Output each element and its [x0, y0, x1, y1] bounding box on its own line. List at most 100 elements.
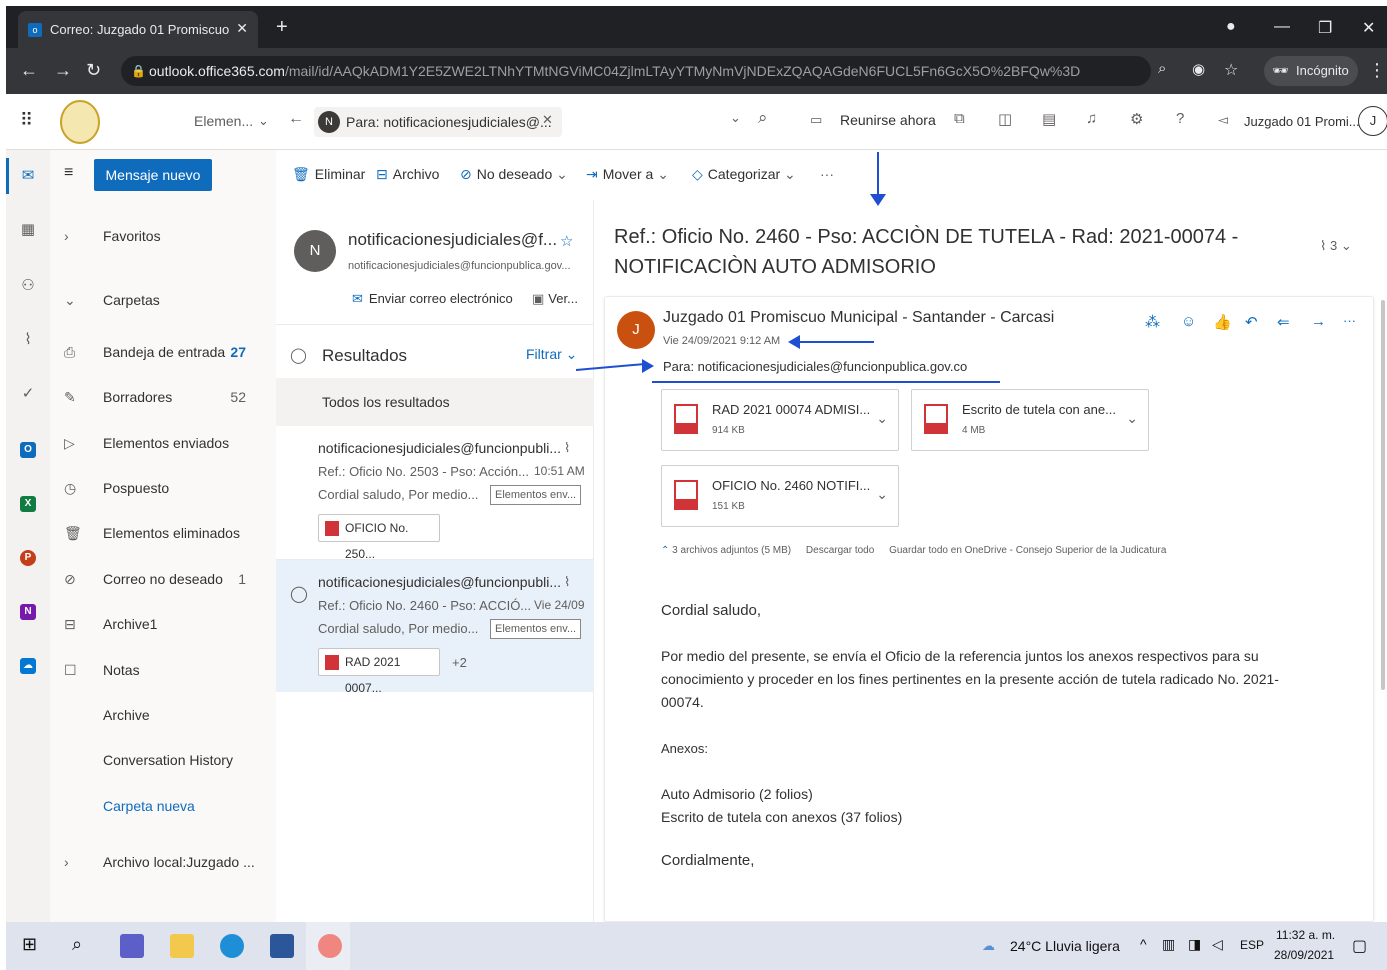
emoji-icon[interactable]: ☺: [1181, 313, 1196, 330]
new-tab-button[interactable]: +: [276, 16, 288, 39]
forward-icon[interactable]: →: [1311, 313, 1326, 330]
windows-start-icon[interactable]: ⊞: [22, 934, 37, 955]
mail-icon[interactable]: ✉: [18, 166, 38, 186]
folder-group-folders[interactable]: ⌄ Carpetas: [50, 286, 276, 316]
onedrive-app-icon[interactable]: ☁: [20, 658, 36, 674]
move-to-button[interactable]: ⇥ Mover a ⌄: [586, 166, 669, 183]
folder-deleted[interactable]: 🗑 Elementos eliminados: [50, 519, 276, 549]
view-more-link[interactable]: ▣ Ver...: [532, 291, 578, 307]
word-app-icon[interactable]: [270, 934, 294, 958]
minimize-icon[interactable]: —: [1274, 18, 1290, 36]
folder-junk[interactable]: ⊘ Correo no deseado 1: [50, 565, 276, 595]
sender-name[interactable]: Juzgado 01 Promiscuo Municipal - Santand…: [663, 309, 1054, 327]
office-icon[interactable]: ◫: [998, 110, 1012, 128]
attach-icon[interactable]: ⌇: [18, 330, 38, 350]
outlook-app-icon[interactable]: O: [20, 442, 36, 458]
folder-archive[interactable]: Archive: [50, 701, 276, 731]
list-item-selected[interactable]: ◯ notificacionesjudiciales@funcionpubli.…: [276, 560, 594, 695]
folder-conversation-history[interactable]: Conversation History: [50, 746, 276, 776]
tab-close-icon[interactable]: ✕: [236, 20, 248, 37]
collapse-chevron-icon[interactable]: ⌃: [661, 545, 669, 556]
chevron-down-icon[interactable]: ⌄: [876, 486, 888, 503]
close-window-icon[interactable]: ✕: [1362, 18, 1375, 38]
folder-favorites[interactable]: › Favoritos: [50, 222, 276, 252]
chevron-down-icon[interactable]: ⌄: [876, 410, 888, 427]
teams-app-icon[interactable]: [120, 934, 144, 958]
reading-scrollbar[interactable]: [1381, 300, 1385, 690]
download-all-link[interactable]: Descargar todo: [806, 545, 874, 556]
settings-gear-icon[interactable]: ⚙: [1130, 110, 1143, 128]
contact-name[interactable]: notificacionesjudiciales@f...: [348, 230, 557, 250]
account-name[interactable]: Juzgado 01 Promi...: [1244, 114, 1360, 129]
meet-now-button[interactable]: Reunirse ahora: [840, 112, 936, 128]
junk-button[interactable]: ⊘ No deseado ⌄: [460, 166, 568, 183]
delete-button[interactable]: 🗑 Eliminar: [292, 166, 365, 183]
calendar-icon[interactable]: ▦: [18, 220, 38, 240]
powerpoint-app-icon[interactable]: P: [20, 550, 36, 566]
folder-archive1[interactable]: ⊟ Archive1: [50, 610, 276, 640]
more-attachments-count[interactable]: +2: [452, 655, 467, 670]
apps-icon[interactable]: ⁂: [1145, 313, 1160, 331]
weather-text[interactable]: 24°C Lluvia ligera: [1010, 938, 1120, 954]
edge-browser-icon[interactable]: [220, 934, 244, 958]
people-icon[interactable]: ⚇: [18, 276, 38, 296]
folder-inbox[interactable]: ⎙ Bandeja de entrada 27: [50, 338, 276, 368]
reload-icon[interactable]: ↻: [86, 60, 101, 81]
filter-button[interactable]: Filtrar ⌄: [526, 346, 577, 363]
search-options-chevron-icon[interactable]: ⌄: [730, 110, 741, 126]
taskview-icon[interactable]: ◨: [1188, 936, 1201, 953]
back-icon[interactable]: ←: [20, 60, 38, 81]
folder-notes[interactable]: ☐ Notas: [50, 656, 276, 686]
send-email-link[interactable]: ✉ Enviar correo electrónico: [352, 291, 513, 307]
folder-drafts[interactable]: ✎ Borradores 52: [50, 383, 276, 413]
attachment-card[interactable]: OFICIO No. 2460 NOTIFI... 151 KB ⌄: [661, 465, 899, 527]
recipient-line[interactable]: Para: notificacionesjudiciales@funcionpu…: [663, 359, 967, 374]
chevron-down-icon[interactable]: ⌄: [1126, 410, 1138, 427]
save-onedrive-link[interactable]: Guardar todo en OneDrive - Consejo Super…: [889, 545, 1166, 556]
app-launcher-icon[interactable]: ⠿: [20, 110, 33, 131]
taskbar-search-icon[interactable]: ⌕: [72, 934, 82, 955]
notification-center-icon[interactable]: ▢: [1352, 936, 1367, 956]
chip-remove-icon[interactable]: ✕: [542, 112, 553, 128]
folder-sent[interactable]: ▷ Elementos enviados: [50, 429, 276, 459]
search-icon[interactable]: ⌕: [758, 108, 768, 128]
search-scope-dropdown[interactable]: Elemen...: [194, 113, 253, 129]
file-explorer-icon[interactable]: [170, 934, 194, 958]
my-day-icon[interactable]: ▤: [1042, 110, 1056, 128]
select-radio-icon[interactable]: ◯: [290, 584, 308, 604]
like-icon[interactable]: 👍: [1213, 313, 1232, 331]
reply-all-icon[interactable]: ⇐: [1277, 313, 1290, 331]
onenote-app-icon[interactable]: N: [20, 604, 36, 620]
network-icon[interactable]: ▥: [1162, 936, 1175, 953]
bookmark-star-icon[interactable]: ☆: [1224, 60, 1238, 80]
attachment-card[interactable]: RAD 2021 00074 ADMISI... 914 KB ⌄: [661, 389, 899, 451]
archive-button[interactable]: ⊟ Archivo: [376, 166, 439, 183]
volume-icon[interactable]: ◁: [1212, 936, 1223, 953]
url-field[interactable]: 🔒 outlook.office365.com/mail/id/AAQkADM1…: [121, 56, 1151, 86]
zoom-search-icon[interactable]: ⌕: [1158, 60, 1166, 77]
attachment-card[interactable]: Escrito de tutela con ane... 4 MB ⌄: [911, 389, 1149, 451]
attachment-chip[interactable]: RAD 2021 0007...: [318, 648, 440, 695]
reply-icon[interactable]: ↶: [1245, 313, 1258, 331]
more-actions-button[interactable]: ···: [820, 166, 834, 182]
teams-icon[interactable]: ⧉: [954, 110, 965, 127]
search-back-icon[interactable]: ←: [288, 110, 304, 128]
excel-app-icon[interactable]: X: [20, 496, 36, 512]
incognito-badge[interactable]: 🕶 Incógnito: [1264, 56, 1358, 86]
profile-icon[interactable]: ●: [1226, 18, 1236, 36]
forward-icon[interactable]: →: [54, 60, 72, 81]
list-item[interactable]: notificacionesjudiciales@funcionpubli...…: [276, 426, 594, 561]
more-options-icon[interactable]: ···: [1343, 313, 1356, 328]
language-indicator[interactable]: ESP: [1240, 938, 1264, 952]
help-icon[interactable]: ?: [1176, 110, 1184, 127]
todo-check-icon[interactable]: ✓: [18, 384, 38, 404]
account-avatar[interactable]: J: [1358, 106, 1387, 136]
categorize-button[interactable]: ◇ Categorizar ⌄: [692, 166, 796, 183]
folder-local-archive[interactable]: › Archivo local:Juzgado ...: [50, 848, 276, 878]
tracking-eye-icon[interactable]: ◉: [1192, 60, 1205, 78]
folder-new-folder-link[interactable]: Carpeta nueva: [50, 792, 276, 822]
restore-icon[interactable]: ❐: [1318, 18, 1332, 38]
select-all-check-icon[interactable]: ◯: [290, 346, 307, 364]
browser-menu-icon[interactable]: ⋮: [1368, 60, 1386, 81]
clock-date[interactable]: 28/09/2021: [1274, 948, 1334, 962]
